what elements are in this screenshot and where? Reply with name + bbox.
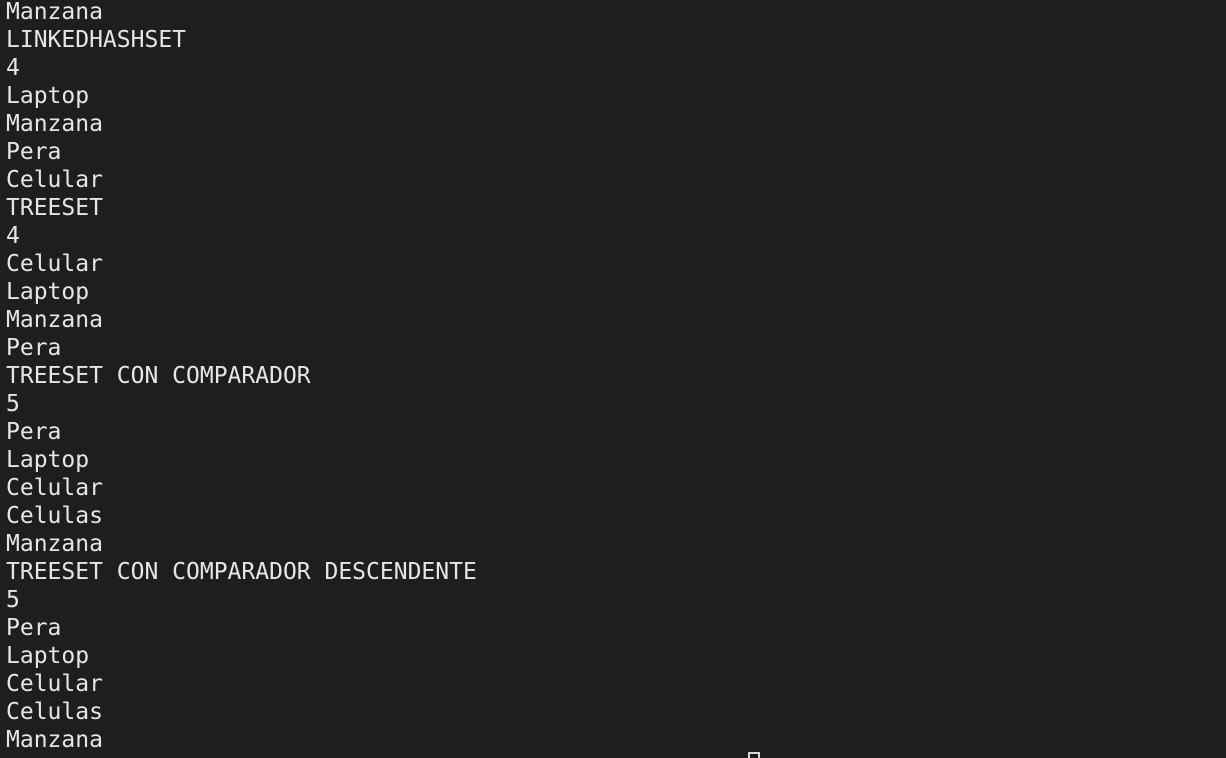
output-line: Laptop bbox=[6, 83, 90, 109]
output-line: 4 bbox=[6, 223, 20, 249]
output-line: TREESET bbox=[6, 195, 103, 221]
output-line: Pera bbox=[6, 335, 62, 361]
output-line: 5 bbox=[6, 391, 20, 417]
output-line: TREESET CON COMPARADOR DESCENDENTE bbox=[6, 559, 477, 585]
output-line: TREESET CON COMPARADOR bbox=[6, 363, 311, 389]
output-line: 4 bbox=[6, 55, 20, 81]
clipped-prompt-line bbox=[6, 752, 526, 758]
output-line: Pera bbox=[6, 419, 62, 445]
output-line: Pera bbox=[6, 615, 62, 641]
terminal-window[interactable]: Manzana LINKEDHASHSET 4 Laptop Manzana P… bbox=[0, 0, 1226, 758]
output-line: Celulas bbox=[6, 503, 103, 529]
output-line: Laptop bbox=[6, 279, 90, 305]
terminal-output: Manzana LINKEDHASHSET 4 Laptop Manzana P… bbox=[6, 0, 477, 754]
output-line: LINKEDHASHSET bbox=[6, 27, 187, 53]
output-line: Manzana bbox=[6, 0, 103, 25]
output-line: Manzana bbox=[6, 727, 103, 753]
output-line: Laptop bbox=[6, 447, 90, 473]
output-line: 5 bbox=[6, 587, 20, 613]
terminal-cursor bbox=[748, 752, 760, 758]
output-line: Celular bbox=[6, 251, 103, 277]
output-line: Celular bbox=[6, 475, 103, 501]
output-line: Manzana bbox=[6, 531, 103, 557]
output-line: Manzana bbox=[6, 307, 103, 333]
output-line: Pera bbox=[6, 139, 62, 165]
output-line: Laptop bbox=[6, 643, 90, 669]
output-line: Celular bbox=[6, 167, 103, 193]
output-line: Manzana bbox=[6, 111, 103, 137]
output-line: Celulas bbox=[6, 699, 103, 725]
output-line: Celular bbox=[6, 671, 103, 697]
